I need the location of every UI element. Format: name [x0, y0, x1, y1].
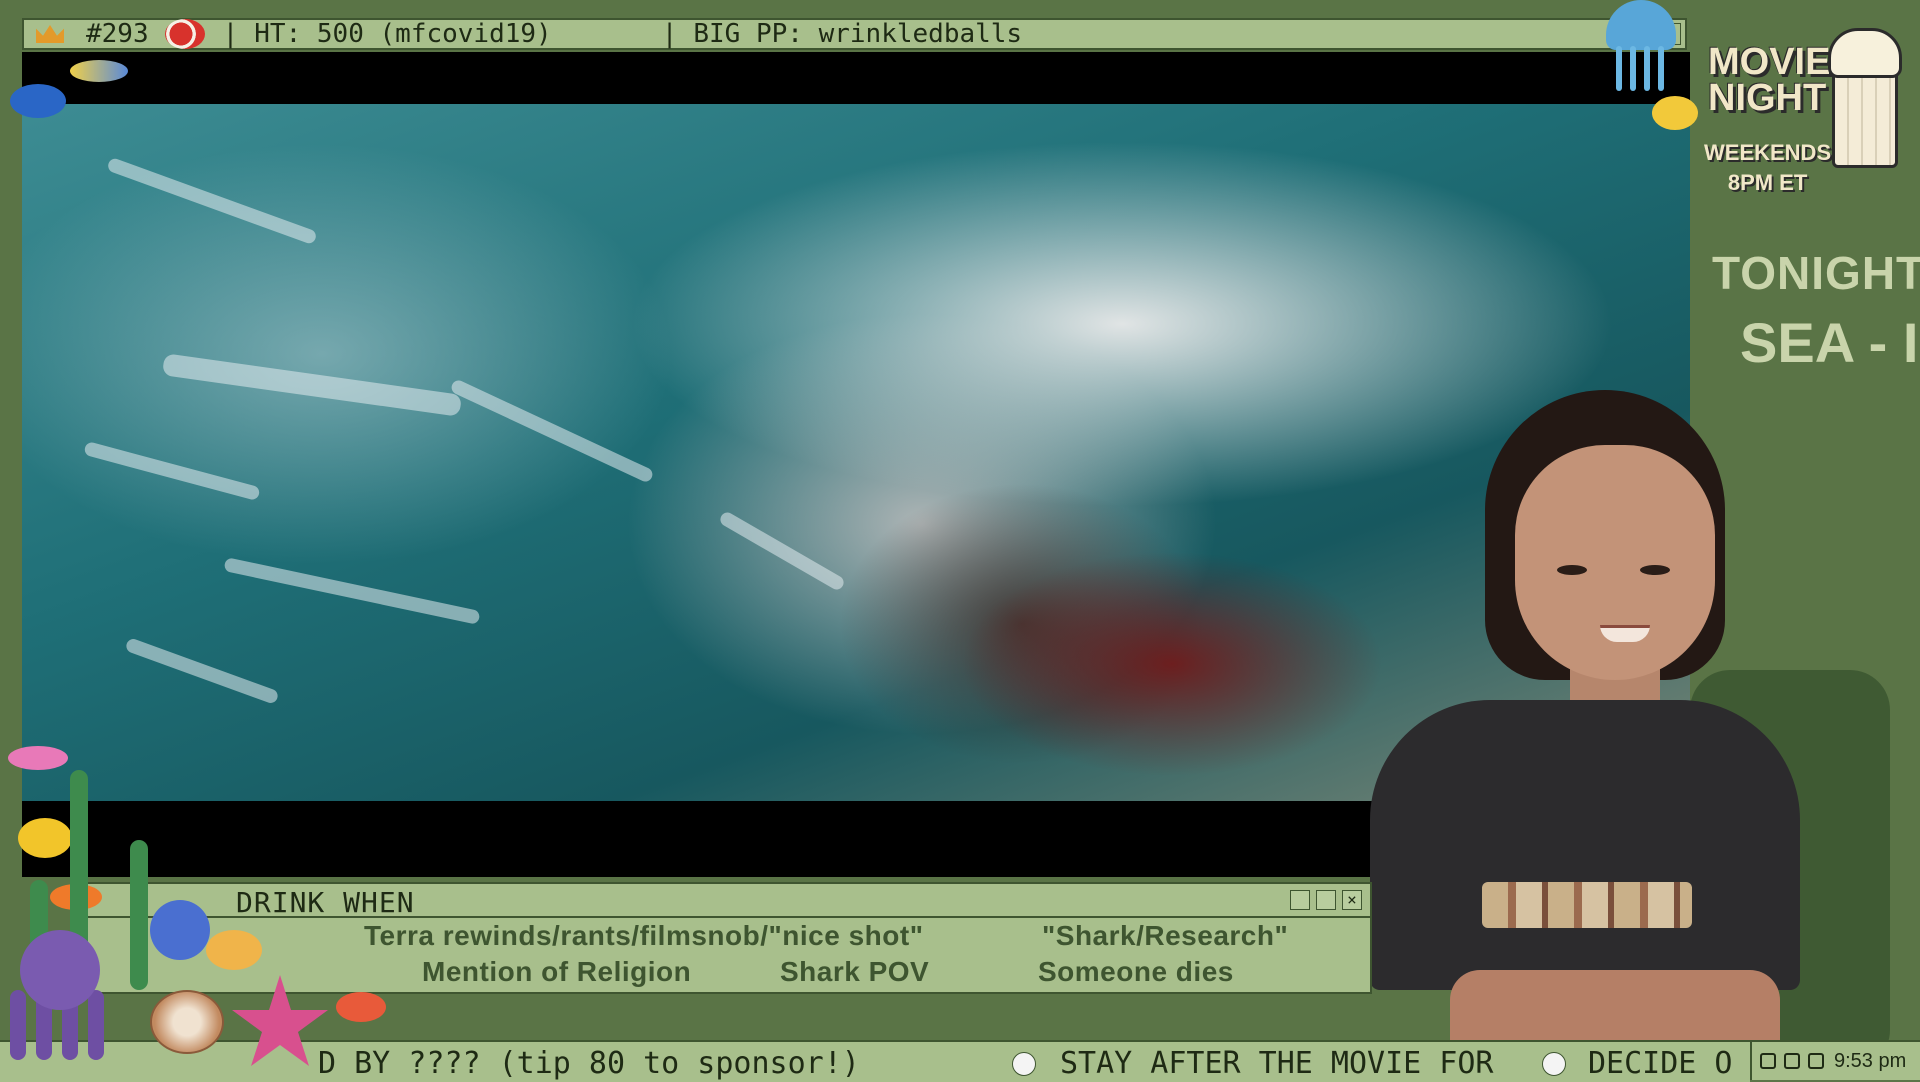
system-tray: 9:53 pm: [1750, 1040, 1920, 1080]
pink-fish-icon: [8, 746, 68, 770]
logo-line: MOVIE: [1708, 41, 1831, 83]
drink-rule: "Shark/Research": [1042, 920, 1289, 951]
octopus-arm: [88, 990, 104, 1060]
tropical-fish-icon: [70, 60, 128, 82]
clock[interactable]: 9:53 pm: [1834, 1050, 1906, 1073]
angelfish-icon: [150, 900, 210, 960]
jellyfish-tentacle: [1658, 46, 1664, 91]
drink-rule: Terra rewinds/rants/filmsnob/"nice shot": [364, 920, 924, 951]
goal-number: #293: [86, 19, 149, 49]
small-fish-icon: [336, 992, 386, 1022]
schedule-line: 8PM ET: [1727, 170, 1808, 195]
jellyfish-icon: [1606, 0, 1676, 95]
schedule-line: WEEKENDS: [1704, 140, 1832, 165]
water-ripple: [449, 378, 655, 484]
drink-rule: Shark POV: [780, 956, 930, 987]
volume-icon[interactable]: [1784, 1053, 1800, 1069]
close-button[interactable]: ×: [1342, 890, 1362, 910]
ticker-text: D BY ???? (tip 80 to sponsor!): [318, 1046, 860, 1081]
stream-status-bar: #293 | HT: 500 (mfcovid19) | BIG PP: wri…: [22, 18, 1687, 50]
clownfish-icon: [164, 19, 205, 49]
octopus-head: [20, 930, 100, 1010]
eye: [1557, 565, 1587, 575]
schedule: WEEKENDS 8PM ET: [1704, 138, 1831, 198]
seaweed-icon: [130, 840, 148, 990]
crown-icon: [36, 25, 64, 43]
drink-rule: Mention of Religion: [422, 956, 692, 987]
water-ripple: [106, 156, 318, 246]
jellyfish-tentacle: [1644, 46, 1650, 91]
water-ripple: [223, 557, 481, 625]
shirt-print: [1482, 882, 1692, 928]
ticker-text: STAY AFTER THE MOVIE FOR: [1060, 1046, 1494, 1081]
jellyfish-tentacle: [1630, 46, 1636, 91]
water-ripple: [161, 353, 463, 417]
drink-when-panel: DRINK WHEN × Terra rewinds/rants/filmsno…: [72, 882, 1372, 994]
drink-when-title: DRINK WHEN: [236, 886, 415, 919]
separator: |: [222, 19, 239, 49]
maximize-button[interactable]: [1316, 890, 1336, 910]
octopus-icon: [0, 930, 120, 1060]
tonight-title: SEA - I: [1740, 311, 1919, 374]
ticker-text: DECIDE O: [1588, 1046, 1733, 1081]
streamer-face: [1515, 445, 1715, 680]
striped-fish-icon: [206, 930, 262, 970]
logo-line: NIGHT: [1708, 77, 1827, 119]
popcorn-top: [1828, 28, 1902, 78]
network-icon[interactable]: [1760, 1053, 1776, 1069]
ticker-bullet-icon: [1012, 1052, 1036, 1076]
eye: [1640, 565, 1670, 575]
water-ripple: [124, 637, 280, 705]
tonight-label: TONIGHT:: [1712, 247, 1920, 299]
jellyfish-bell: [1606, 0, 1676, 50]
minimize-button[interactable]: [1290, 890, 1310, 910]
octopus-arm: [10, 990, 26, 1060]
movie-night-panel: MOVIE NIGHT WEEKENDS 8PM ET TONIGHT: SEA…: [1690, 0, 1920, 1040]
nautilus-shell-icon: [150, 990, 224, 1054]
seaweed-icon: [70, 770, 88, 950]
big-pp-label: BIG PP: wrinkledballs: [693, 19, 1023, 49]
separator: |: [661, 19, 678, 49]
display-icon[interactable]: [1808, 1053, 1824, 1069]
blue-tang-fish-icon: [10, 84, 66, 118]
ticker-bullet-icon: [1542, 1052, 1566, 1076]
movie-night-logo: MOVIE NIGHT: [1708, 41, 1831, 119]
yellow-fish-icon: [18, 818, 72, 858]
mouth: [1600, 625, 1650, 642]
drink-rule: Someone dies: [1038, 956, 1234, 987]
jellyfish-tentacle: [1616, 46, 1622, 91]
high-tip-label: HT: 500 (mfcovid19): [254, 19, 552, 49]
water-ripple: [717, 509, 847, 593]
yellow-fish-icon: [1652, 96, 1698, 130]
water-ripple: [83, 440, 261, 502]
popcorn-mascot-icon: [1822, 22, 1902, 172]
